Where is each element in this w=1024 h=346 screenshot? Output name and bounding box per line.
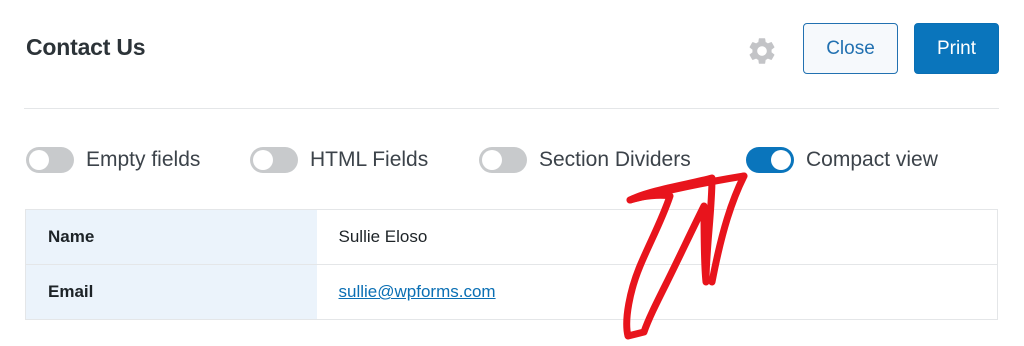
gear-icon[interactable] — [746, 35, 778, 67]
table-row: Name Sullie Eloso — [25, 209, 998, 265]
toggle-html-fields[interactable]: HTML Fields — [250, 140, 428, 180]
table-row: Email sullie@wpforms.com — [25, 264, 998, 320]
field-value-name: Sullie Eloso — [316, 209, 998, 265]
toggle-label: HTML Fields — [310, 148, 429, 171]
toggle-switch[interactable] — [746, 147, 794, 173]
print-button[interactable]: Print — [914, 23, 999, 74]
toggle-label: Compact view — [806, 148, 938, 171]
close-button[interactable]: Close — [803, 23, 898, 74]
toggle-switch[interactable] — [250, 147, 298, 173]
field-label-name: Name — [25, 209, 317, 265]
toggle-empty-fields[interactable]: Empty fields — [26, 140, 200, 180]
toggle-section-dividers[interactable]: Section Dividers — [479, 140, 691, 180]
print-preview-page: Contact Us Close Print Empty fields HTML… — [0, 0, 1024, 346]
entry-table: Name Sullie Eloso Email sullie@wpforms.c… — [25, 209, 998, 320]
field-label-email: Email — [25, 264, 317, 320]
page-title: Contact Us — [26, 34, 146, 60]
toggle-label: Empty fields — [86, 148, 201, 171]
toggle-label: Section Dividers — [539, 148, 691, 171]
field-value-email: sullie@wpforms.com — [316, 264, 998, 320]
toggle-switch[interactable] — [26, 147, 74, 173]
header-divider — [24, 108, 999, 109]
toggle-switch[interactable] — [479, 147, 527, 173]
toggle-compact-view[interactable]: Compact view — [746, 140, 938, 180]
email-link[interactable]: sullie@wpforms.com — [339, 282, 496, 301]
